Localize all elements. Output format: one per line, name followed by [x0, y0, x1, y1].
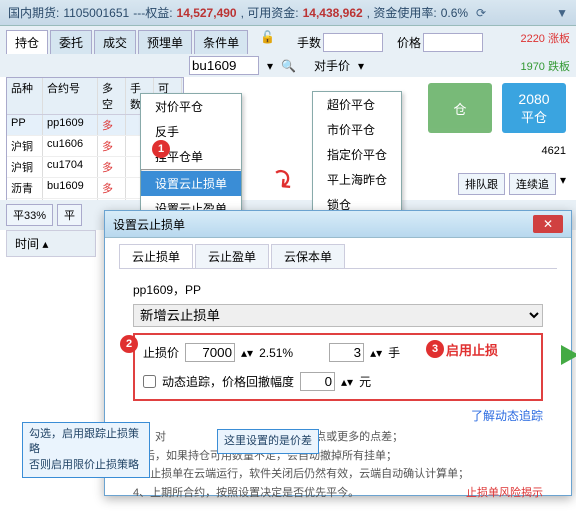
close-button[interactable]: ✕	[533, 215, 563, 233]
callout-pricediff-hint: 这里设置的是价差	[217, 429, 319, 454]
pct-label: 2.51%	[259, 346, 293, 360]
stoploss-dialog: 设置云止损单 ✕ 云止损单 云止盈单 云保本单 pp1609，PP 新增云止损单…	[104, 210, 572, 496]
limit-up-txt: 涨板	[548, 33, 570, 45]
spinner-icon[interactable]: ▴▾	[241, 346, 253, 360]
qty-input[interactable]	[323, 33, 383, 52]
menu-cloud-stoploss[interactable]: 设置云止损单	[141, 171, 241, 196]
equity-label: ---权益:	[133, 4, 172, 21]
enable-stoploss-button[interactable]	[561, 345, 576, 365]
refresh-icon[interactable]: ⟳	[476, 6, 486, 20]
dropdown-icon-2[interactable]: ▾	[358, 59, 364, 73]
close-label: 仓	[453, 99, 466, 118]
opp-price-label[interactable]: 对手价	[314, 57, 350, 74]
collapse-icon[interactable]: ▼	[556, 6, 568, 20]
note-partial-1: 价，对xxxxxxxxxxxx，与触发价有1个点或更多的点差；	[133, 428, 543, 447]
col-dir[interactable]: 多空	[98, 78, 126, 114]
submenu-over-close[interactable]: 超价平仓	[313, 92, 401, 117]
col-code[interactable]: 合约号	[43, 78, 98, 114]
stop-price-input[interactable]	[185, 343, 235, 362]
annotation-badge-1: 1	[152, 140, 170, 158]
close-position-button[interactable]: 仓	[428, 83, 492, 133]
dialog-title: 设置云止损单	[113, 216, 185, 233]
equity-val: 14,527,490	[177, 6, 237, 20]
second-header: ▾ 🔍 对手价 ▾ 1970 跌板	[0, 54, 576, 77]
spinner-icon-2[interactable]: ▴▾	[370, 346, 382, 360]
close-text: 平仓	[521, 107, 547, 126]
qty-label: 手数	[297, 34, 321, 51]
stop-price-label: 止损价	[143, 344, 179, 361]
submenu-market-close[interactable]: 市价平仓	[313, 117, 401, 142]
chevron-down-icon[interactable]: ▾	[560, 173, 566, 195]
code-input[interactable]	[189, 56, 259, 75]
menu-close-opp[interactable]: 对价平仓	[141, 94, 241, 119]
submenu-close-yestoday[interactable]: 平上海昨仓	[313, 167, 401, 192]
close-position-button-2[interactable]: 2080 平仓	[502, 83, 566, 133]
tab-condition[interactable]: 条件单	[194, 30, 248, 54]
continuous-chase-button[interactable]: 连续追	[509, 173, 556, 195]
titlebar: 国内期货: 1105001651 ---权益: 14,527,490 , 可用资…	[0, 0, 576, 26]
time-filter[interactable]: 时间 ▴	[6, 230, 96, 257]
col-name[interactable]: 品种	[7, 78, 43, 114]
tab-position[interactable]: 持仓	[6, 30, 48, 54]
search-icon[interactable]: 🔍	[281, 59, 296, 73]
dyn-unit: 元	[359, 373, 371, 390]
avail-val: 14,438,962	[303, 6, 363, 20]
limit-dn-txt: 跌板	[548, 61, 570, 73]
dlg-tab-breakeven[interactable]: 云保本单	[271, 244, 345, 268]
annotation-3-label: 启用止损	[446, 340, 498, 359]
stop-qty-input[interactable]	[329, 343, 364, 362]
submenu-limit-close[interactable]: 指定价平仓	[313, 142, 401, 167]
stoploss-type-select[interactable]: 新增云止损单	[133, 304, 543, 327]
position-tabs: 持仓 委托 成交 预埋单 条件单 🔓 手数 价格 2220 涨板	[0, 26, 576, 54]
ratio-val: 0.6%	[441, 6, 468, 20]
callout-checkbox-hint: 勾选，启用跟踪止损策略 否则启用限价止损策略	[22, 422, 150, 478]
close-33-button[interactable]: 平33%	[6, 204, 53, 226]
account-label: 国内期货:	[8, 4, 59, 21]
queue-follow-button[interactable]: 排队跟	[458, 173, 505, 195]
qty-unit: 手	[388, 344, 400, 361]
instrument-label: pp1609，PP	[133, 281, 543, 298]
limit-dn-num: 1970	[520, 61, 544, 73]
tab-order[interactable]: 委托	[50, 30, 92, 54]
note-partial-2: 发后，如果持仓可用数量不足，会自动撤掉所有挂单；	[133, 447, 543, 466]
annotation-badge-3: 3	[426, 340, 444, 358]
account-num: 1105001651	[63, 6, 129, 20]
price-label: 价格	[397, 34, 421, 51]
limit-up-num: 2220	[520, 33, 544, 45]
dropdown-icon[interactable]: ▾	[267, 59, 273, 73]
ratio-label: , 资金使用率:	[367, 4, 437, 21]
note-3: 3、止损单在云端运行，软件关闭后仍然有效，云端自动确认计算单；	[133, 465, 543, 484]
price-input[interactable]	[423, 33, 483, 52]
dlg-tab-takeprofit[interactable]: 云止盈单	[195, 244, 269, 268]
dynamic-label: 动态追踪，价格回撤幅度	[162, 373, 294, 390]
dynamic-trail-checkbox[interactable]	[143, 375, 156, 388]
avail-label: , 可用资金:	[241, 4, 299, 21]
spinner-icon-3[interactable]: ▴▾	[341, 375, 353, 389]
close-price: 2080	[518, 91, 549, 107]
partial-num: 4621	[542, 145, 566, 157]
close-partial-button[interactable]: 平	[57, 204, 82, 226]
tab-parked[interactable]: 预埋单	[138, 30, 192, 54]
chevron-down-icon[interactable]: ▴	[42, 237, 48, 251]
dlg-tab-stoploss[interactable]: 云止损单	[119, 244, 193, 268]
dynamic-val-input[interactable]	[300, 372, 335, 391]
learn-dynamic-link[interactable]: 了解动态追踪	[471, 409, 543, 423]
annotation-badge-2: 2	[120, 335, 138, 353]
lock-icon[interactable]: 🔓	[260, 30, 275, 54]
tab-trade[interactable]: 成交	[94, 30, 136, 54]
